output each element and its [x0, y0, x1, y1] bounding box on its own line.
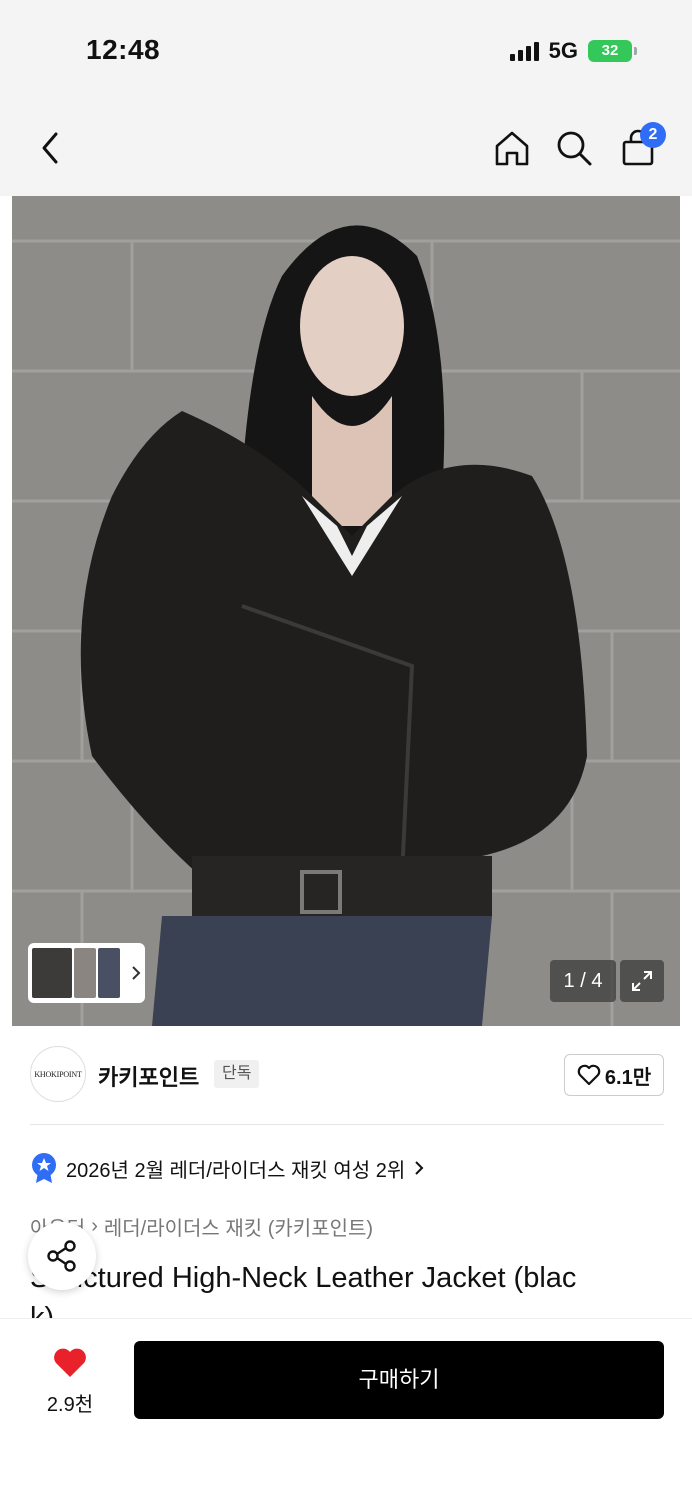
- brand-like-count: 6.1만: [604, 1066, 652, 1089]
- thumbnail-2[interactable]: [74, 948, 96, 998]
- expand-image-button[interactable]: [620, 960, 664, 1002]
- search-button[interactable]: [552, 126, 596, 170]
- product-image[interactable]: 1 / 4: [12, 196, 680, 1026]
- brand-name[interactable]: 카키포인트: [98, 1060, 199, 1092]
- product-title-continued: k): [30, 1302, 55, 1320]
- ranking-link[interactable]: 2026년 2월 레더/라이더스 재킷 여성 2위: [30, 1152, 425, 1184]
- bottom-action-bar: 2.9천 구매하기: [0, 1318, 692, 1500]
- battery-icon: 32: [588, 40, 637, 62]
- network-type: 5G: [548, 38, 578, 63]
- heart-icon: [54, 1348, 86, 1377]
- thumbnail-1[interactable]: [32, 948, 72, 998]
- wishlist-count: 2.9천: [46, 1394, 94, 1416]
- share-icon: [47, 1240, 76, 1272]
- status-bar: 12:48 5G 32: [0, 0, 692, 100]
- expand-icon: [632, 971, 652, 991]
- cart-button[interactable]: 2: [616, 122, 666, 170]
- signal-icon: [509, 41, 539, 61]
- ranking-text: 2026년 2월 레더/라이더스 재킷 여성 2위: [66, 1159, 406, 1182]
- ranking-badge-icon: [32, 1153, 56, 1183]
- share-button[interactable]: [28, 1222, 96, 1290]
- back-arrow-icon: [42, 132, 58, 164]
- chevron-right-icon: [132, 966, 141, 980]
- thumbnail-strip[interactable]: [28, 943, 145, 1003]
- heart-outline-icon: [577, 1064, 601, 1086]
- product-title: Structured High-Neck Leather Jacket (bla…: [30, 1262, 577, 1294]
- brand-logo[interactable]: KHOKIPOINT: [30, 1046, 86, 1102]
- buy-button[interactable]: 구매하기: [134, 1341, 664, 1419]
- divider: [30, 1124, 664, 1125]
- back-button[interactable]: [28, 126, 72, 170]
- chevron-right-icon: [415, 1161, 424, 1175]
- status-time: 12:48: [86, 34, 161, 65]
- brand-row: KHOKIPOINT 카키포인트 단독 6.1만: [30, 1046, 664, 1104]
- breadcrumb-separator-icon: ›: [91, 1215, 98, 1237]
- status-indicators: 5G 32: [509, 38, 637, 64]
- product-photo: [12, 196, 680, 1026]
- exclusive-tag: 단독: [214, 1060, 260, 1088]
- breadcrumb-child[interactable]: 레더/라이더스 재킷 (카키포인트): [104, 1212, 373, 1241]
- home-button[interactable]: [490, 126, 534, 170]
- home-icon: [495, 131, 529, 166]
- cart-count-badge: 2: [640, 122, 666, 148]
- wishlist-button[interactable]: 2.9천: [30, 1347, 110, 1417]
- thumbnail-3[interactable]: [98, 948, 120, 998]
- image-page-counter: 1 / 4: [550, 960, 616, 1002]
- top-nav-bar: 2: [0, 100, 692, 196]
- brand-like-button[interactable]: 6.1만: [564, 1054, 664, 1096]
- brand-logo-text: KHOKIPOINT: [34, 1069, 82, 1079]
- search-icon: [557, 131, 592, 166]
